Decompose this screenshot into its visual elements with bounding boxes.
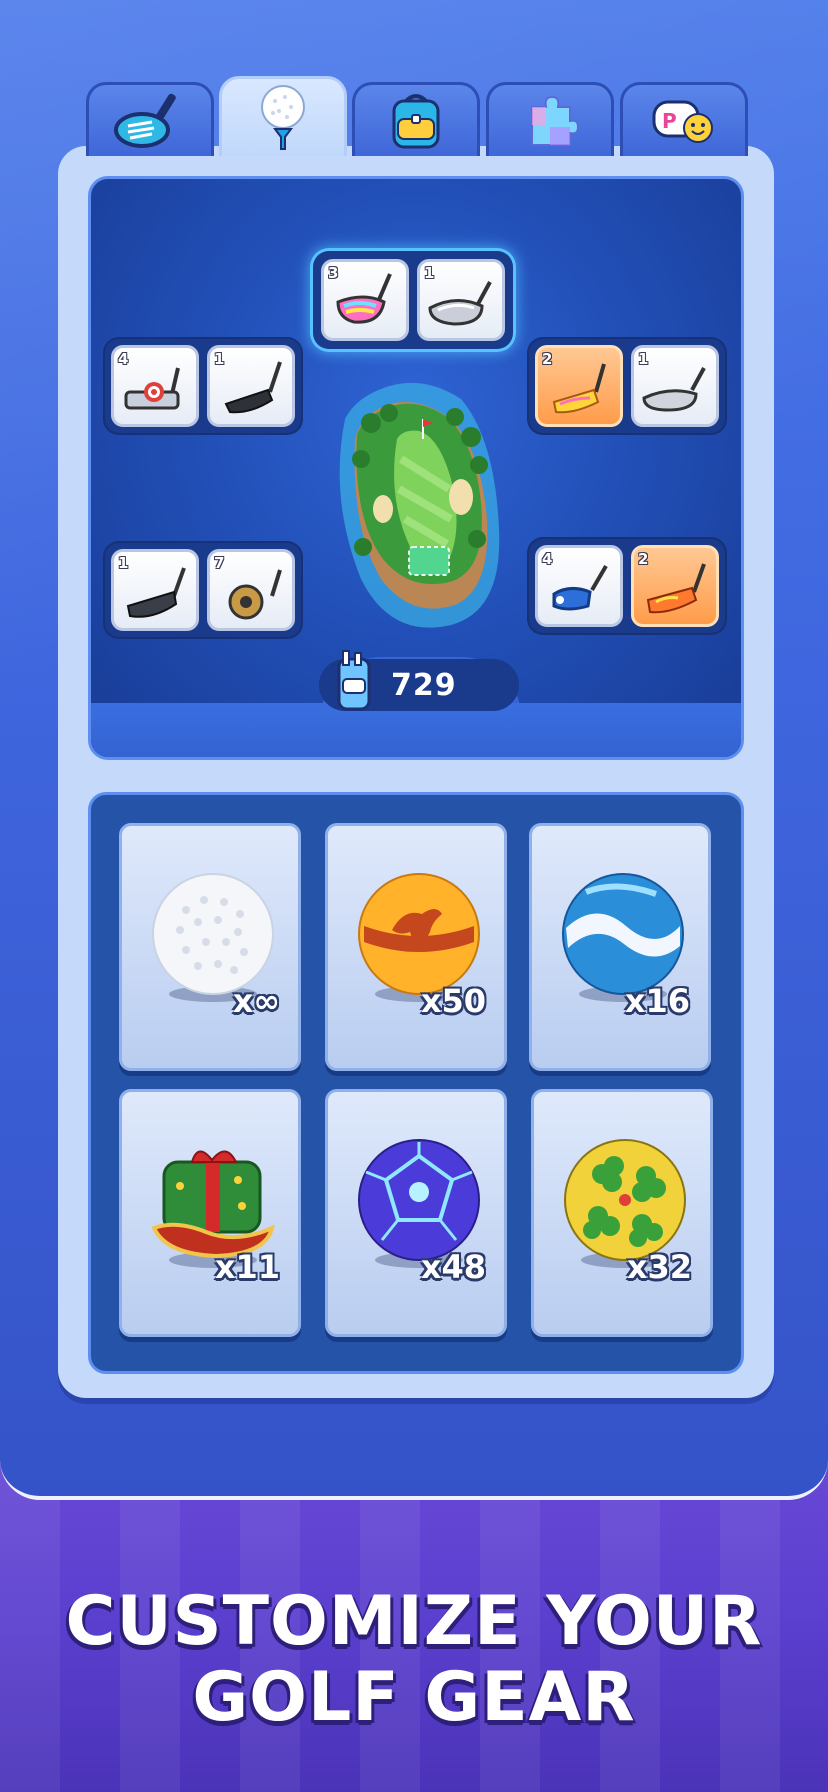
club-slot[interactable]: 4 [111, 345, 199, 427]
club-level: 1 [118, 554, 129, 572]
club-level: 1 [214, 350, 225, 368]
golf-bag-icon [337, 650, 371, 711]
tab-puzzles[interactable] [486, 82, 614, 156]
category-tabs: P [86, 76, 748, 156]
emote-icon: P [652, 100, 713, 143]
slot-group-low-right: 4 2 [527, 537, 727, 635]
club-slot[interactable]: 3 [321, 259, 409, 341]
ball-count: x16 [624, 982, 690, 1020]
club-slot[interactable]: 2 [535, 345, 623, 427]
slot-group-low-left: 1 7 [103, 541, 303, 639]
club-slot[interactable]: 4 [535, 545, 623, 627]
bag-floor [91, 703, 741, 757]
club-slot[interactable]: 1 [631, 345, 719, 427]
ball-count: x11 [214, 1248, 280, 1286]
tab-emotes[interactable]: P [620, 82, 748, 156]
club-level: 4 [118, 350, 129, 368]
tab-bags[interactable] [352, 82, 480, 156]
club-level: 4 [542, 550, 553, 568]
club-level: 7 [214, 554, 225, 572]
slot-group-top-center: 3 1 [313, 251, 513, 349]
ball-card[interactable]: x11 [119, 1089, 301, 1337]
club-level: 2 [542, 350, 553, 368]
ball-count: x32 [626, 1248, 692, 1286]
golf-club-icon [114, 93, 176, 148]
headline-line-1: CUSTOMIZE YOUR [65, 1582, 763, 1661]
ball-count: x50 [420, 982, 486, 1020]
headline-line-2: GOLF GEAR [192, 1658, 636, 1737]
tab-balls[interactable] [219, 76, 347, 156]
puzzle-icon [531, 95, 580, 146]
ball-selection-grid: x∞ x50 x16 x11 x48 x32 [88, 792, 744, 1374]
club-slot[interactable]: 2 [631, 545, 719, 627]
ball-card[interactable]: x∞ [119, 823, 301, 1071]
ball-card[interactable]: x16 [529, 823, 711, 1071]
club-level: 1 [424, 264, 435, 282]
golf-island-illustration [339, 382, 500, 628]
svg-text:P: P [662, 109, 677, 133]
club-slot[interactable]: 7 [207, 549, 295, 631]
ball-card[interactable]: x32 [531, 1089, 713, 1337]
club-slot[interactable]: 1 [207, 345, 295, 427]
golf-bag-loadout: 3 1 4 1 2 1 1 7 4 2 729 [88, 176, 744, 760]
bag-value-counter: 729 [319, 650, 519, 711]
club-level: 2 [638, 550, 649, 568]
ball-card[interactable]: x50 [325, 823, 507, 1071]
gear-panel: 3 1 4 1 2 1 1 7 4 2 729 x∞ x50 x16 x11 x… [58, 146, 774, 1398]
club-level: 1 [638, 350, 649, 368]
club-slot[interactable]: 1 [417, 259, 505, 341]
ball-count: x∞ [232, 982, 280, 1020]
bag-value: 729 [391, 667, 457, 703]
club-level: 3 [328, 264, 339, 282]
tab-clubs[interactable] [86, 82, 214, 156]
golf-ball-icon [261, 84, 305, 150]
club-slot[interactable]: 1 [111, 549, 199, 631]
slot-group-mid-left: 4 1 [103, 337, 303, 435]
backpack-icon [392, 93, 440, 148]
promo-headline: CUSTOMIZE YOUR GOLF GEAR [0, 1584, 828, 1736]
slot-group-mid-right: 2 1 [527, 337, 727, 435]
ball-count: x48 [420, 1248, 486, 1286]
ball-card[interactable]: x48 [325, 1089, 507, 1337]
